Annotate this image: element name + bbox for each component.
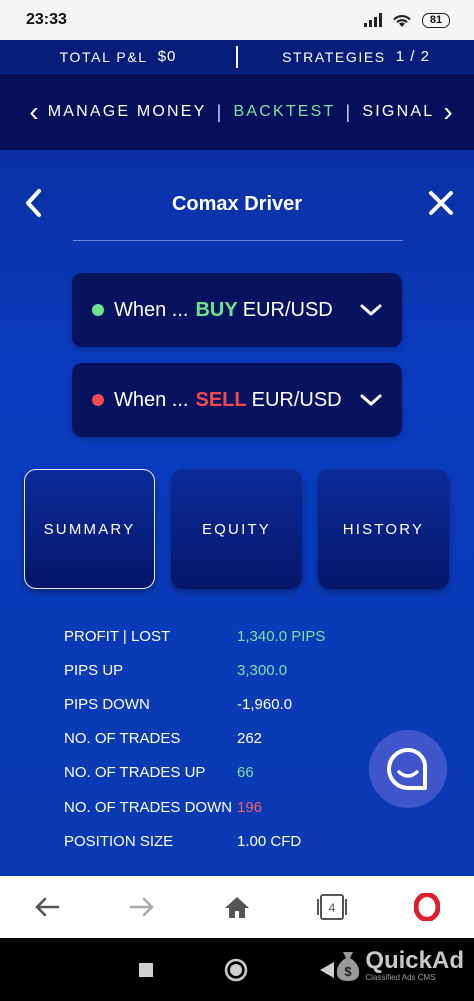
condition-pair: EUR/USD <box>251 388 342 411</box>
nav-next-icon[interactable]: › <box>436 98 460 126</box>
stat-value: 1.00 CFD <box>237 832 302 850</box>
nav-separator: | <box>216 101 224 122</box>
browser-back-button[interactable] <box>17 896 77 918</box>
stat-label: POSITION SIZE <box>64 832 174 850</box>
back-triangle-icon[interactable] <box>318 961 336 979</box>
stat-row: PIPS DOWN -1,960.0 <box>64 687 474 721</box>
stat-value: 1,340.0 PIPS <box>237 627 326 645</box>
condition-prefix: When ... <box>114 388 189 411</box>
section-nav: ‹ MANAGE MONEY | BACKTEST | SIGNAL › <box>0 74 474 150</box>
svg-text:$: $ <box>345 964 353 979</box>
nav-separator: | <box>345 101 353 122</box>
browser-home-button[interactable] <box>207 895 267 919</box>
stat-label: NO. OF TRADES <box>64 730 181 748</box>
strategies-count: STRATEGIES 1 / 2 <box>238 48 474 65</box>
tabs-count: 4 <box>328 901 335 915</box>
money-bag-icon: $ <box>337 952 360 981</box>
strategies-label: STRATEGIES <box>282 48 386 65</box>
status-bar: 23:33 81 <box>0 0 474 40</box>
buy-condition-dropdown[interactable]: When ... BUY EUR/USD <box>72 273 402 347</box>
total-pnl: TOTAL P&L $0 <box>0 48 236 65</box>
watermark-tagline: Classified Ads CMS <box>365 972 436 982</box>
sell-status-dot <box>92 394 104 406</box>
backtest-tabs: SUMMARY EQUITY HISTORY <box>24 469 474 589</box>
browser-forward-button[interactable] <box>112 896 172 918</box>
nav-item-signal[interactable]: SIGNAL <box>362 103 434 121</box>
stat-label: PIPS UP <box>64 661 124 679</box>
header-divider <box>73 240 403 241</box>
tabs-icon: 4 <box>316 894 347 920</box>
condition-action-sell: SELL <box>195 388 247 411</box>
chat-button[interactable] <box>369 730 447 808</box>
stat-value: 66 <box>237 764 254 782</box>
stat-label: NO. OF TRADES DOWN <box>64 798 233 816</box>
nav-prev-icon[interactable]: ‹ <box>22 98 46 126</box>
condition-prefix: When ... <box>114 298 189 321</box>
stat-row: PROFIT | LOST 1,340.0 PIPS <box>64 619 474 653</box>
status-icons: 81 <box>364 12 450 28</box>
total-pnl-value: $0 <box>157 48 177 65</box>
tab-history[interactable]: HISTORY <box>318 469 449 589</box>
nav-item-backtest[interactable]: BACKTEST <box>233 103 335 121</box>
stat-label: PIPS DOWN <box>64 695 150 713</box>
signal-icon <box>364 13 382 27</box>
browser-toolbar: 4 <box>0 876 474 938</box>
strategy-header: Comax Driver <box>0 150 474 240</box>
opera-menu-button[interactable] <box>397 893 457 921</box>
strategies-value: 1 / 2 <box>395 48 430 65</box>
condition-pair: EUR/USD <box>242 298 333 321</box>
summary-bar: TOTAL P&L $0 STRATEGIES 1 / 2 <box>0 40 474 74</box>
chat-icon <box>387 747 428 790</box>
wifi-icon <box>393 14 411 27</box>
page-title: Comax Driver <box>171 192 303 215</box>
browser-tabs-button[interactable]: 4 <box>302 894 362 920</box>
close-icon[interactable] <box>428 190 454 216</box>
tab-summary[interactable]: SUMMARY <box>24 469 155 589</box>
home-icon <box>224 897 249 918</box>
stat-value: 196 <box>237 798 263 816</box>
sell-condition-dropdown[interactable]: When ... SELL EUR/USD <box>72 363 402 437</box>
tab-equity[interactable]: EQUITY <box>171 469 302 589</box>
buy-status-dot <box>92 304 104 316</box>
stat-value: 262 <box>237 730 263 748</box>
opera-logo-icon <box>413 893 440 921</box>
stat-label: NO. OF TRADES UP <box>64 764 206 782</box>
condition-action-buy: BUY <box>195 298 238 321</box>
status-time: 23:33 <box>26 11 67 28</box>
chevron-down-icon <box>360 394 382 406</box>
nav-item-manage-money[interactable]: MANAGE MONEY <box>48 103 207 121</box>
arrow-left-icon <box>36 897 60 917</box>
nav-items: MANAGE MONEY | BACKTEST | SIGNAL <box>46 102 436 123</box>
arrow-right-icon <box>129 897 154 917</box>
home-circle-icon[interactable] <box>224 958 248 982</box>
chevron-down-icon <box>360 304 382 316</box>
stat-value: -1,960.0 <box>237 695 293 713</box>
stat-value: 3,300.0 <box>237 661 288 679</box>
app-screen: TOTAL P&L $0 STRATEGIES 1 / 2 ‹ MANAGE M… <box>0 40 474 876</box>
quickad-watermark: $ QuickAd Classified Ads CMS <box>335 948 464 982</box>
stat-label: PROFIT | LOST <box>64 627 171 645</box>
watermark-brand: QuickAd <box>365 946 464 974</box>
stat-row: PIPS UP 3,300.0 <box>64 653 474 687</box>
back-icon[interactable] <box>24 188 42 218</box>
battery-icon: 81 <box>422 12 450 28</box>
stat-row: POSITION SIZE 1.00 CFD <box>64 824 474 858</box>
total-pnl-label: TOTAL P&L <box>59 48 148 65</box>
recents-icon[interactable] <box>138 962 154 978</box>
